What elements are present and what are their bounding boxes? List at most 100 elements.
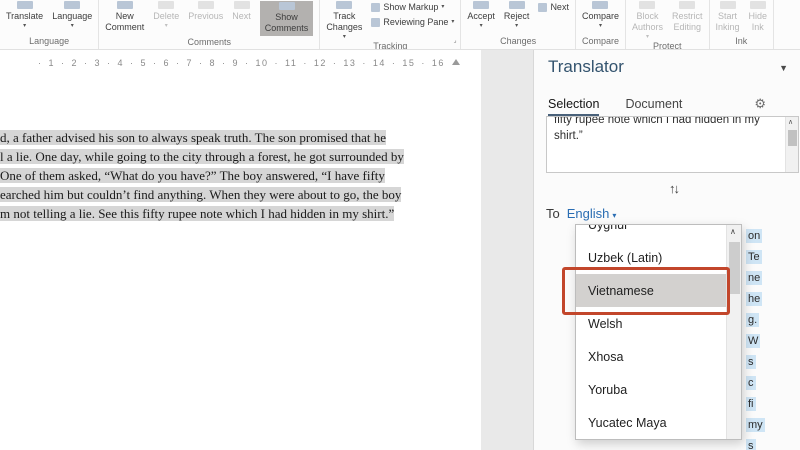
ribbon: Translate ▾ Language ▾ Language New Comm… — [0, 0, 800, 50]
chevron-down-icon: ▾ — [71, 23, 74, 29]
delete-comment-icon — [158, 1, 174, 9]
scroll-up-icon[interactable]: ∧ — [788, 118, 793, 126]
word-review-window: Translate ▾ Language ▾ Language New Comm… — [0, 0, 800, 450]
result-fragment: fi — [746, 397, 756, 411]
restrict-editing-button[interactable]: Restrict Editing — [672, 1, 703, 33]
next-change-button[interactable]: Next — [538, 2, 569, 12]
track-changes-label: Track — [333, 11, 355, 22]
selected-text[interactable]: One of them asked, “What do you have?” T… — [0, 168, 385, 183]
scrollbar-thumb[interactable] — [729, 242, 740, 294]
document-canvas[interactable]: d, a father advised his son to always sp… — [0, 78, 481, 450]
language-option-yucatec-maya[interactable]: Yucatec Maya — [576, 406, 728, 439]
result-fragment: ne — [746, 271, 762, 285]
show-comments-icon — [279, 2, 295, 10]
accept-button[interactable]: Accept ▾ — [467, 1, 495, 29]
chevron-down-icon: ▾ — [515, 23, 518, 29]
restrict-editing-icon — [679, 1, 695, 9]
compare-button[interactable]: Compare ▾ — [582, 1, 619, 29]
restrict-editing-label-2: Editing — [673, 22, 701, 33]
chevron-down-icon: ▾ — [451, 19, 454, 25]
result-fragment: s — [746, 439, 756, 450]
next-comment-button[interactable]: Next — [232, 1, 251, 22]
new-comment-label: New — [116, 11, 134, 22]
compare-icon — [592, 1, 608, 9]
reject-button[interactable]: Reject ▾ — [504, 1, 530, 29]
tab-selection[interactable]: Selection — [548, 97, 599, 116]
ruler-numbers: · 1 · 2 · 3 · 4 · 5 · 6 · 7 · 8 · 9 · 10… — [38, 58, 446, 72]
document-text-line: d, a father advised his son to always sp… — [0, 128, 478, 147]
language-option-welsh[interactable]: Welsh — [576, 307, 728, 340]
hide-ink-button[interactable]: Hide Ink — [749, 1, 768, 33]
block-authors-button[interactable]: Block Authors ▾ — [632, 1, 663, 40]
start-inking-label-2: Inking — [716, 22, 740, 33]
pane-options-caret-icon[interactable]: ▼ — [779, 63, 788, 73]
selected-text[interactable]: d, a father advised his son to always sp… — [0, 130, 386, 145]
translate-label: Translate — [6, 11, 43, 22]
next-label: Next — [232, 11, 251, 22]
gear-icon[interactable]: ⚙ — [754, 96, 766, 112]
block-authors-icon — [639, 1, 655, 9]
selected-text[interactable]: earched him but couldn’t find anything. … — [0, 187, 401, 202]
language-button[interactable]: Language ▾ — [52, 1, 92, 29]
source-scrollbar[interactable]: ∧ — [785, 117, 798, 172]
pane-title: Translator — [548, 57, 624, 77]
language-option-yoruba[interactable]: Yoruba — [576, 373, 728, 406]
selected-text[interactable]: l a lie. One day, while going to the cit… — [0, 149, 404, 164]
block-authors-label-2: Authors — [632, 22, 663, 33]
tab-document[interactable]: Document — [625, 97, 682, 116]
pane-tabs: Selection Document — [548, 97, 682, 116]
document-text-line: m not telling a lie. See this fifty rupe… — [0, 204, 478, 223]
group-label-compare: Compare — [582, 35, 619, 49]
new-comment-button[interactable]: New Comment — [105, 1, 144, 33]
group-label-protect: Protect — [632, 40, 703, 50]
to-language-dropdown[interactable]: English▾ — [567, 206, 617, 221]
language-option-vietnamese[interactable]: Vietnamese — [576, 274, 728, 307]
group-label-ink: Ink — [716, 35, 768, 49]
document-text-line: l a lie. One day, while going to the cit… — [0, 147, 478, 166]
language-option-uzbek-latin[interactable]: Uzbek (Latin) — [576, 241, 728, 274]
show-markup-button[interactable]: Show Markup ▾ — [371, 2, 454, 12]
show-comments-label: Show — [275, 12, 298, 23]
ribbon-group-compare: Compare ▾ Compare — [576, 0, 626, 49]
accept-label: Accept — [467, 11, 495, 22]
show-markup-label: Show Markup — [383, 2, 438, 12]
delete-comment-button[interactable]: Delete ▾ — [153, 1, 179, 29]
to-label: To — [546, 206, 560, 221]
language-option-uyghur[interactable]: Uyghur — [576, 224, 728, 241]
new-comment-label-2: Comment — [105, 22, 144, 33]
chevron-down-icon: ▾ — [612, 211, 616, 220]
ribbon-group-language: Translate ▾ Language ▾ Language — [0, 0, 99, 49]
ruler[interactable]: · 1 · 2 · 3 · 4 · 5 · 6 · 7 · 8 · 9 · 10… — [0, 50, 481, 78]
translate-icon — [17, 1, 33, 9]
chevron-down-icon: ▾ — [23, 23, 26, 29]
result-fragment: he — [746, 292, 762, 306]
show-markup-icon — [371, 3, 380, 12]
language-option-xhosa[interactable]: Xhosa — [576, 340, 728, 373]
next-change-label: Next — [550, 2, 569, 12]
group-label-language: Language — [6, 35, 92, 49]
swap-languages-icon[interactable]: ↑↓ — [669, 181, 678, 196]
ribbon-group-comments: New Comment Delete ▾ Previous Next — [99, 0, 320, 49]
show-comments-button[interactable]: Show Comments — [260, 1, 314, 36]
translate-button[interactable]: Translate ▾ — [6, 1, 43, 29]
reviewing-pane-label: Reviewing Pane — [383, 17, 448, 27]
track-changes-button[interactable]: Track Changes ▾ — [326, 1, 362, 40]
scrollbar-thumb[interactable] — [788, 130, 797, 146]
result-fragment: c — [746, 376, 756, 390]
track-changes-icon — [336, 1, 352, 9]
source-text-box[interactable]: fifty rupee note which I had hidden in m… — [546, 116, 799, 173]
document-text-line: earched him but couldn’t find anything. … — [0, 185, 478, 204]
ribbon-group-tracking: Track Changes ▾ Show Markup ▾ Reviewing … — [320, 0, 461, 49]
start-inking-button[interactable]: Start Inking — [716, 1, 740, 33]
selected-text[interactable]: m not telling a lie. See this fifty rupe… — [0, 206, 394, 221]
hide-ink-label: Hide — [749, 11, 768, 22]
right-indent-marker[interactable] — [452, 59, 460, 65]
reviewing-pane-button[interactable]: Reviewing Pane ▾ — [371, 17, 454, 27]
dropdown-scrollbar[interactable]: ∧ — [726, 225, 741, 439]
previous-comment-button[interactable]: Previous — [188, 1, 223, 22]
show-comments-label-2: Comments — [265, 23, 309, 34]
scroll-up-icon[interactable]: ∧ — [730, 227, 736, 236]
result-fragment: Te — [746, 250, 762, 264]
chevron-down-icon: ▾ — [599, 23, 602, 29]
ribbon-group-ink: Start Inking Hide Ink Ink — [710, 0, 775, 49]
